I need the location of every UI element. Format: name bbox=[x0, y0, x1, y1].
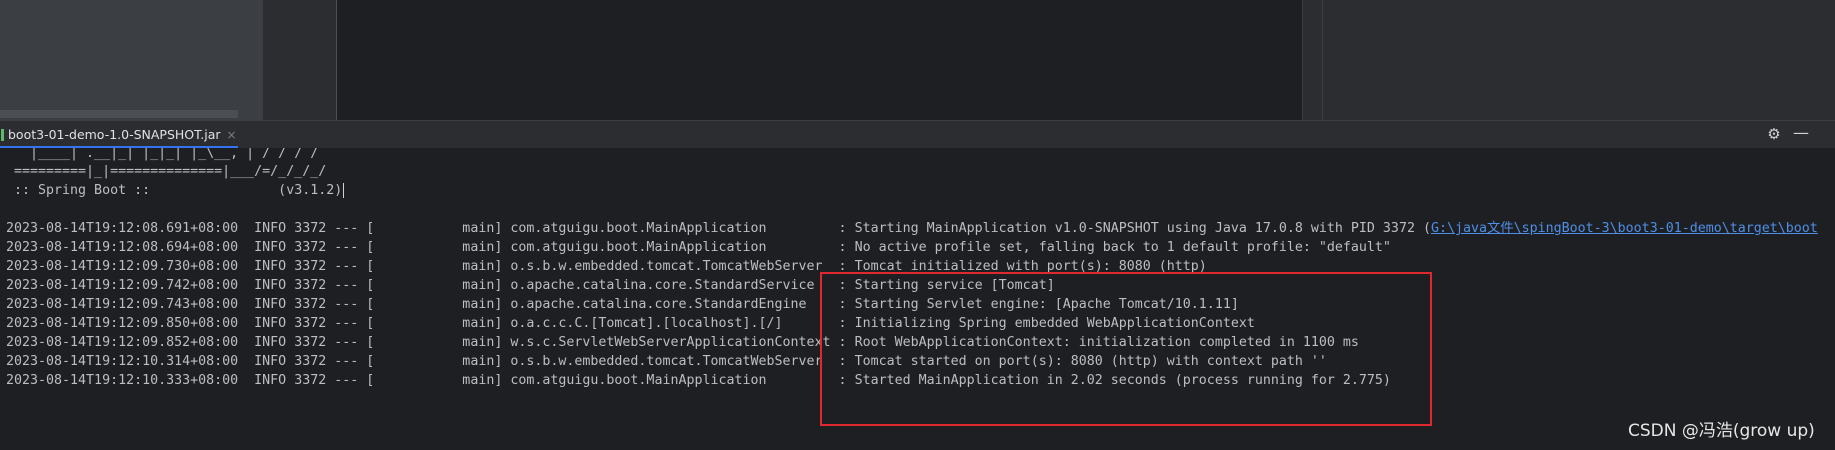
run-status-icon bbox=[1, 128, 4, 141]
tab-run-jar[interactable]: boot3-01-demo-1.0-SNAPSHOT.jar × bbox=[0, 121, 238, 149]
banner-line: :: Spring Boot :: (v3.1.2) bbox=[6, 181, 345, 201]
banner-line: =========|_|==============|___/=/_/_/_/ bbox=[6, 164, 327, 179]
log-line: 2023-08-14T19:12:08.694+08:00 INFO 3372 … bbox=[6, 240, 1391, 255]
code-editor[interactable] bbox=[336, 0, 1303, 120]
editor-area bbox=[0, 0, 1835, 120]
banner-text: :: Spring Boot :: (v3.1.2) bbox=[6, 183, 343, 198]
highlight-box bbox=[820, 272, 1432, 426]
text-caret bbox=[343, 182, 345, 198]
panel-divider[interactable] bbox=[1302, 0, 1323, 120]
run-tab-bar: boot3-01-demo-1.0-SNAPSHOT.jar × ⚙ — bbox=[0, 120, 1835, 149]
right-panel bbox=[1322, 0, 1835, 120]
gear-icon[interactable]: ⚙ bbox=[1766, 126, 1782, 142]
horizontal-scrollbar[interactable] bbox=[0, 110, 238, 118]
tab-label: boot3-01-demo-1.0-SNAPSHOT.jar bbox=[8, 127, 221, 142]
file-path-link[interactable]: G:\java文件\spingBoot-3\boot3-01-demo\targ… bbox=[1431, 221, 1818, 236]
console-output[interactable]: |____| .__|_| |_|_| |_\__, | / / / / ===… bbox=[0, 148, 1835, 450]
watermark: CSDN @冯浩(grow up) bbox=[1628, 421, 1815, 441]
log-line: 2023-08-14T19:12:08.691+08:00 INFO 3372 … bbox=[6, 219, 1818, 239]
close-icon[interactable]: × bbox=[227, 128, 237, 142]
project-panel bbox=[0, 0, 262, 120]
minimize-icon[interactable]: — bbox=[1793, 125, 1809, 142]
log-text: 2023-08-14T19:12:08.691+08:00 INFO 3372 … bbox=[6, 221, 1431, 236]
editor-gutter bbox=[262, 0, 336, 120]
